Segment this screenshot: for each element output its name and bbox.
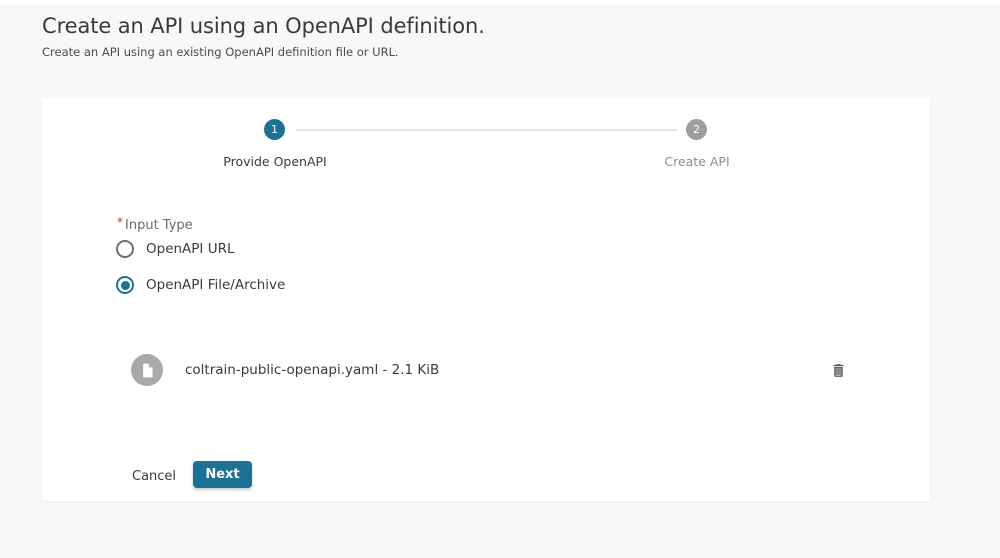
step-1-label: Provide OpenAPI: [223, 154, 327, 169]
radio-option-label[interactable]: OpenAPI URL: [146, 241, 235, 257]
input-type-label: * Input Type: [117, 215, 193, 233]
step-1-circle: 1: [264, 119, 285, 140]
file-name-label: coltrain-public-openapi.yaml - 2.1 KiB: [185, 362, 440, 378]
next-button[interactable]: Next: [193, 461, 252, 488]
radio-dot: [120, 280, 130, 290]
step-2-label: Create API: [664, 154, 730, 169]
wizard-card: 1 2 Provide OpenAPI Create API * Input Ty…: [42, 98, 930, 501]
radio-unselected-icon[interactable]: [116, 240, 134, 258]
top-bar: [0, 0, 1000, 7]
radio-option-label[interactable]: OpenAPI File/Archive: [146, 277, 285, 293]
radio-selected-icon[interactable]: [116, 276, 134, 294]
page-subtitle: Create an API using an existing OpenAPI …: [42, 45, 399, 60]
delete-file-button[interactable]: [827, 359, 849, 381]
input-type-label-text: Input Type: [125, 218, 193, 233]
step-2-circle: 2: [686, 119, 707, 140]
document-icon: [140, 363, 155, 378]
page-title: Create an API using an OpenAPI definitio…: [42, 14, 485, 38]
page-header: Create an API using an OpenAPI definitio…: [42, 13, 485, 59]
step-connector: [296, 129, 677, 131]
radio-option-openapi-file[interactable]: OpenAPI File/Archive: [116, 276, 285, 294]
radio-option-openapi-url[interactable]: OpenAPI URL: [116, 240, 235, 258]
cancel-button[interactable]: Cancel: [124, 463, 184, 489]
trash-icon: [830, 362, 847, 379]
file-avatar: [131, 354, 163, 386]
required-asterisk: *: [117, 215, 123, 229]
